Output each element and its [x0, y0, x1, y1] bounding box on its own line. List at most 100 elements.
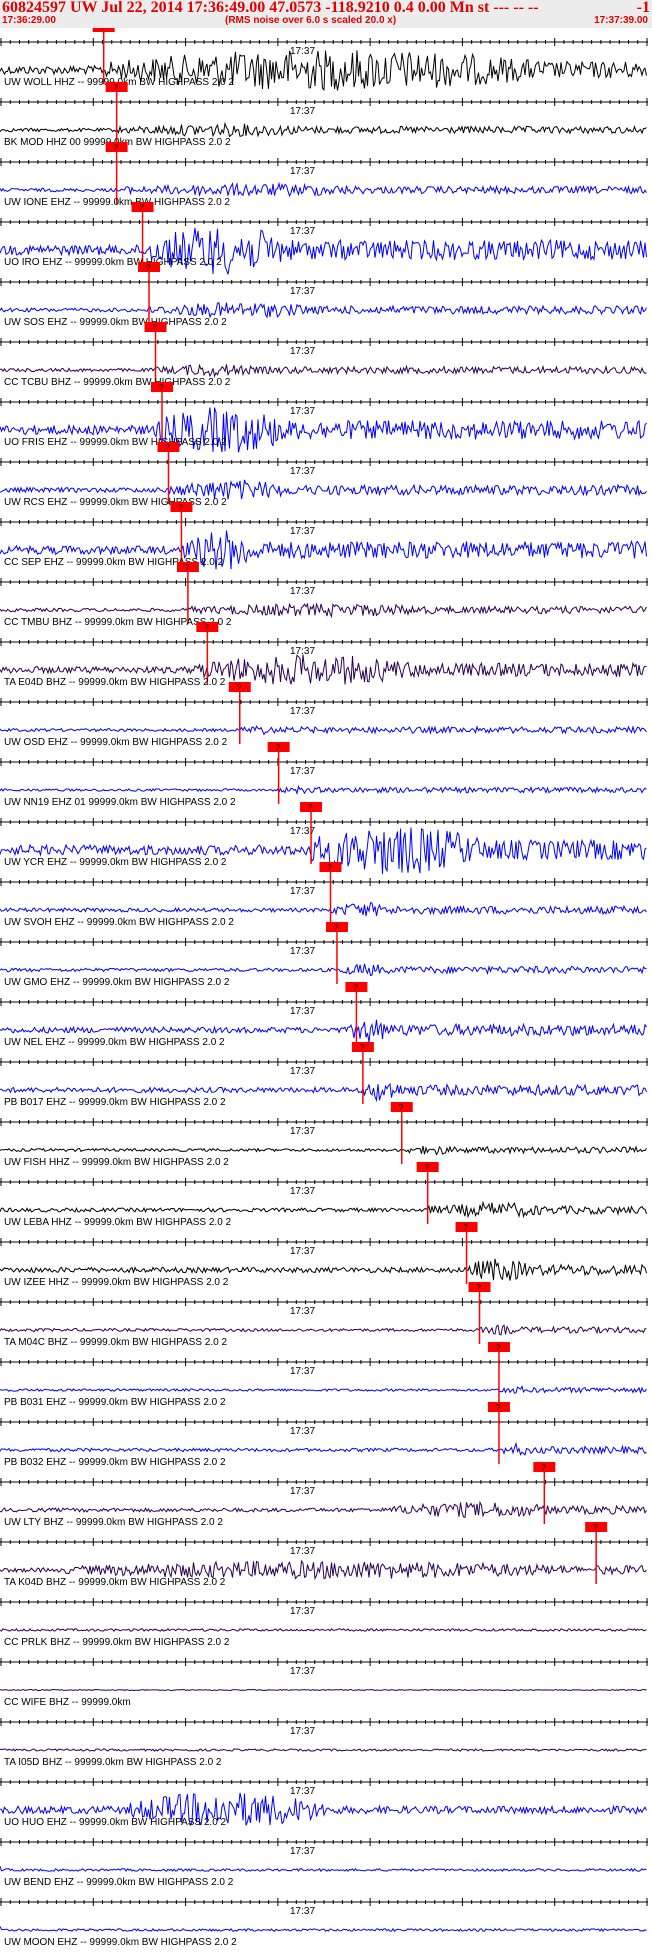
station-label: TA M04C BHZ -- 99999.0km BW HIGHPASS 2.0… [4, 1337, 227, 1348]
tick-label: 17:37 [290, 586, 315, 597]
station-label: UW IZEE HHZ -- 99999.0km BW HIGHPASS 2.0… [4, 1277, 229, 1288]
waveform [0, 1323, 647, 1336]
tick-label: 17:37 [290, 1486, 315, 1497]
tick-label: 17:37 [290, 346, 315, 357]
tick-label: 17:37 [290, 1126, 315, 1137]
pick-label: ? [178, 503, 183, 512]
pick-label: ? [541, 1463, 546, 1472]
station-label: CC WIFE BHZ -- 99999.0km [4, 1697, 131, 1708]
waveform [0, 363, 647, 378]
waveform [0, 902, 647, 917]
end-time: 17:37:39.00 [594, 15, 648, 26]
station-label: TA E04D BHZ -- 99999.0km BW HIGHPASS 2.0… [4, 677, 226, 688]
pick-label: ? [425, 1163, 430, 1172]
station-label: UW SVOH EHZ -- 99999.0km BW HIGHPASS 2.0… [4, 917, 234, 928]
pick-label: ? [159, 383, 164, 392]
tick-label: 17:37 [290, 526, 315, 537]
station-label: UW RCS EHZ -- 99999.0km BW HIGHPASS 2.0 … [4, 497, 227, 508]
tick-label: 17:37 [290, 466, 315, 477]
tick-label: 17:37 [290, 766, 315, 777]
station-label: UO HUO EHZ -- 99999.0km BW HIGHPASS 2.0 … [4, 1817, 227, 1828]
waveform [0, 1500, 647, 1518]
waveform [0, 1866, 647, 1873]
station-label: UW NEL EHZ -- 99999.0km BW HIGHPASS 2.0 … [4, 1037, 225, 1048]
pick-label: ? [327, 863, 332, 872]
tick-label: 17:37 [290, 1726, 315, 1737]
tick-label: 17:37 [290, 1246, 315, 1257]
pick-label: ? [101, 28, 106, 32]
station-label: UW GMO EHZ -- 99999.0km BW HIGHPASS 2.0 … [4, 977, 230, 988]
pick-label: ? [185, 563, 190, 572]
pick-label: ? [360, 1043, 365, 1052]
pick-label: ? [593, 1523, 598, 1532]
waveform [0, 1559, 647, 1581]
waveform [0, 1145, 647, 1156]
station-label: CC PRLK BHZ -- 99999.0km BW HIGHPASS 2.0… [4, 1637, 230, 1648]
station-label: UW BEND EHZ -- 99999.0km BW HIGHPASS 2.0… [4, 1877, 234, 1888]
station-label: TA K04D BHZ -- 99999.0km BW HIGHPASS 2.0… [4, 1577, 226, 1588]
pick-label: ? [114, 143, 119, 152]
waveform [0, 1748, 647, 1752]
pick-label: ? [114, 83, 119, 92]
pick-label: ? [276, 743, 281, 752]
waveform [0, 1200, 647, 1219]
station-label: PB B017 EHZ -- 99999.0km BW HIGHPASS 2.0… [4, 1097, 226, 1108]
tick-label: 17:37 [290, 226, 315, 237]
waveform [0, 1385, 647, 1395]
tick-label: 17:37 [290, 46, 315, 57]
waveform [0, 302, 647, 319]
station-label: UO IRO EHZ -- 99999.0km BW HIGHPASS 2.0 … [4, 257, 222, 268]
tick-label: 17:37 [290, 406, 315, 417]
station-label: UW IONE EHZ -- 99999.0km BW HIGHPASS 2.0… [4, 197, 230, 208]
station-label: UW SOS EHZ -- 99999.0km BW HIGHPASS 2.0 … [4, 317, 227, 328]
tick-label: 17:37 [290, 1906, 315, 1917]
waveform [0, 1441, 647, 1456]
tick-label: 17:37 [290, 706, 315, 717]
waveform [0, 963, 647, 977]
pick-label: ? [496, 1343, 501, 1352]
tick-label: 17:37 [290, 166, 315, 177]
start-time: 17:36:29.00 [2, 15, 56, 26]
tick-label: 17:37 [290, 1006, 315, 1017]
waveform [0, 181, 647, 198]
pick-label: ? [496, 1403, 501, 1412]
noise-subtitle: (RMS noise over 6.0 s scaled 20.0 x) [225, 15, 397, 26]
pick-label: ? [153, 323, 158, 332]
station-label: CC TCBU BHZ -- 99999.0km BW HIGHPASS 2.0… [4, 377, 231, 388]
tick-label: 17:37 [290, 1426, 315, 1437]
pick-label: ? [140, 203, 145, 212]
waveform [0, 121, 647, 138]
tick-label: 17:37 [290, 946, 315, 957]
pick-label: ? [334, 923, 339, 932]
waveform [0, 602, 647, 619]
pick-label: ? [477, 1283, 482, 1292]
station-label: UW LTY BHZ -- 99999.0km BW HIGHPASS 2.0 … [4, 1517, 223, 1528]
waveform [0, 1627, 647, 1633]
station-label: PB B032 EHZ -- 99999.0km BW HIGHPASS 2.0… [4, 1457, 226, 1468]
tick-label: 17:37 [290, 1066, 315, 1077]
station-label: UW MOON EHZ -- 99999.0km BW HIGHPASS 2.0… [4, 1937, 237, 1948]
header-bar: 60824597 UW Jul 22, 2014 17:36:49.00 47.… [0, 0, 652, 28]
pick-label: ? [204, 623, 209, 632]
station-label: TA I05D BHZ -- 99999.0km BW HIGHPASS 2.0… [4, 1757, 222, 1768]
tick-label: 17:37 [290, 1546, 315, 1557]
tick-label: 17:37 [290, 1666, 315, 1677]
waveform [0, 1688, 647, 1692]
station-label: UW OSD EHZ -- 99999.0km BW HIGHPASS 2.0 … [4, 737, 228, 748]
pick-label: ? [399, 1103, 404, 1112]
tick-label: 17:37 [290, 106, 315, 117]
station-label: PB B031 EHZ -- 99999.0km BW HIGHPASS 2.0… [4, 1397, 226, 1408]
tick-label: 17:37 [290, 1306, 315, 1317]
tick-label: 17:37 [290, 1606, 315, 1617]
tick-label: 17:37 [290, 1786, 315, 1797]
waveform [0, 1926, 647, 1933]
tick-label: 17:37 [290, 286, 315, 297]
station-label: UW YCR EHZ -- 99999.0km BW HIGHPASS 2.0 … [4, 857, 227, 868]
station-label: UW FISH HHZ -- 99999.0km BW HIGHPASS 2.0… [4, 1157, 229, 1168]
station-label: UW LEBA HHZ -- 99999.0km BW HIGHPASS 2.0… [4, 1217, 232, 1228]
waveform [0, 784, 647, 796]
pick-label: ? [165, 443, 170, 452]
pick-label: ? [237, 683, 242, 692]
seismogram-plot: 17:37?UW WOLL HHZ -- 99999.0km BW HIGHPA… [0, 28, 648, 1948]
tick-label: 17:37 [290, 1366, 315, 1377]
